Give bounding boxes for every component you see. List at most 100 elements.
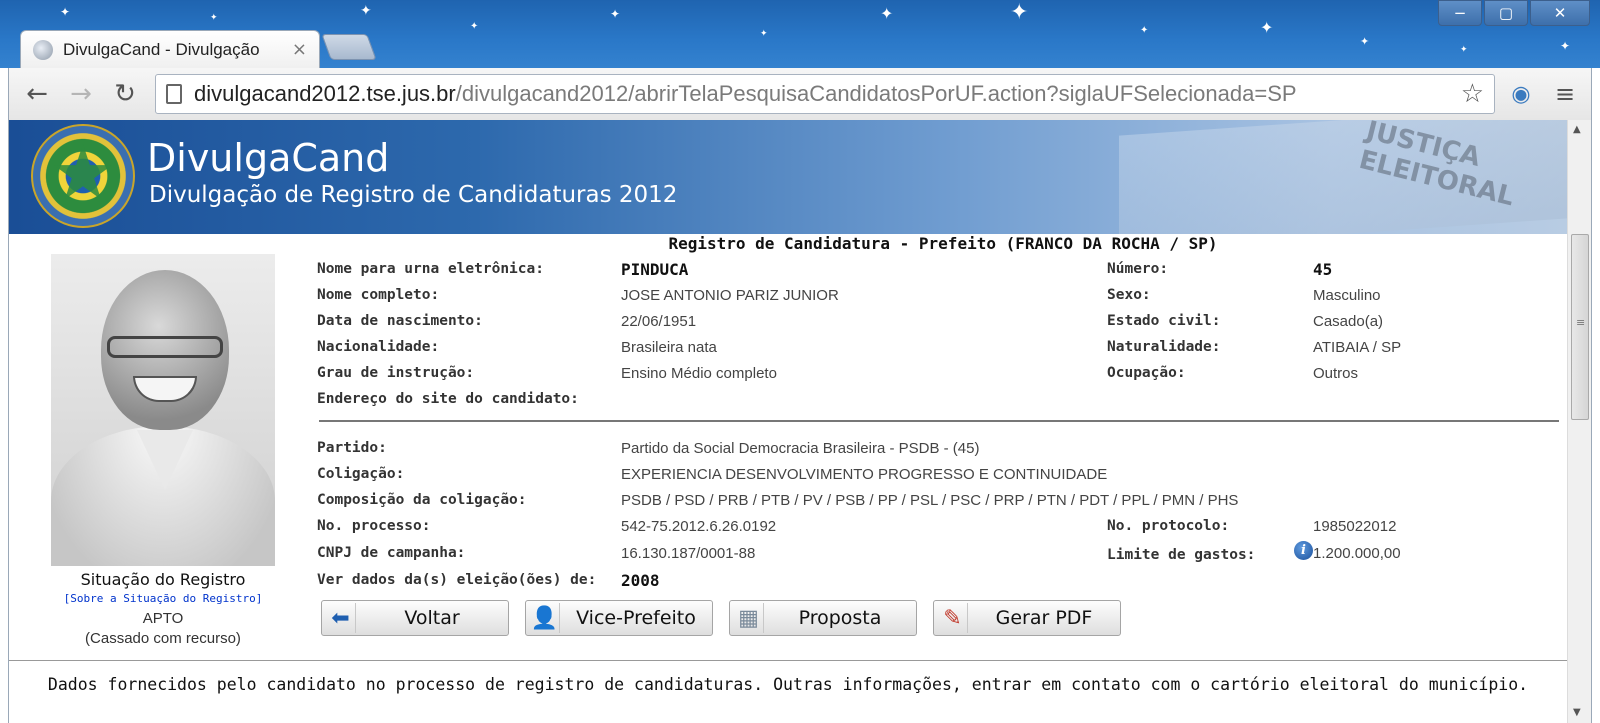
scroll-up-icon[interactable]: ▲ — [1573, 124, 1581, 135]
proposal-button[interactable]: ▦ Proposta — [729, 600, 917, 636]
field-label-coalition: Coligação: — [317, 466, 405, 482]
field-value-number: 45 — [1313, 260, 1333, 279]
candidate-photo — [51, 254, 275, 566]
field-value-process-number: 542-75.2012.6.26.0192 — [621, 518, 777, 535]
menu-icon[interactable]: ≡ — [1547, 76, 1583, 112]
banner-subtitle: Divulgação de Registro de Candidaturas 2… — [149, 182, 678, 208]
field-label-number: Número: — [1107, 261, 1169, 277]
section-divider — [319, 420, 1559, 422]
maximize-button[interactable]: ▢ — [1484, 0, 1528, 26]
star-decoration: ✦ — [610, 7, 621, 21]
star-decoration: ✦ — [1010, 0, 1029, 25]
registration-status-value: APTO — [142, 610, 184, 627]
minimize-button[interactable]: − — [1438, 0, 1482, 26]
field-value-education: Ensino Médio completo — [621, 365, 777, 382]
field-value-protocol-number: 1985022012 — [1313, 518, 1397, 535]
back-page-button[interactable]: ⬅ Voltar — [321, 600, 509, 636]
star-decoration: ✦ — [1560, 39, 1571, 53]
field-label-coalition-composition: Composição da coligação: — [317, 492, 527, 508]
banner-title: DivulgaCand — [147, 136, 390, 180]
field-label-birthplace: Naturalidade: — [1107, 339, 1221, 355]
browser-tab-active[interactable]: DivulgaCand - Divulgação × — [20, 30, 320, 68]
scroll-down-icon[interactable]: ▼ — [1573, 707, 1581, 718]
field-label-occupation: Ocupação: — [1107, 365, 1186, 381]
field-label-nationality: Nacionalidade: — [317, 339, 440, 355]
page-icon — [166, 84, 182, 104]
field-value-nationality: Brasileira nata — [621, 339, 717, 356]
field-label-marital-status: Estado civil: — [1107, 313, 1221, 329]
field-value-party: Partido da Social Democracia Brasileira … — [621, 440, 980, 457]
generate-pdf-button-label: Gerar PDF — [995, 607, 1093, 629]
vice-mayor-button-label: Vice-Prefeito — [576, 607, 696, 629]
favicon-icon — [33, 39, 53, 60]
vertical-scrollbar[interactable]: ▲ ≡ ▼ — [1567, 120, 1591, 723]
field-value-coalition-composition: PSDB / PSD / PRB / PTB / PV / PSB / PP /… — [621, 492, 1239, 509]
generate-pdf-button[interactable]: ✎ Gerar PDF — [933, 600, 1121, 636]
star-decoration: ✦ — [1260, 18, 1274, 37]
field-value-sex: Masculino — [1313, 287, 1381, 304]
field-label-ballot-name: Nome para urna eletrônica: — [317, 261, 544, 277]
back-page-button-label: Voltar — [404, 607, 460, 629]
field-label-party: Partido: — [317, 440, 387, 456]
field-label-election-years: Ver dados da(s) eleição(ões) de: — [317, 572, 597, 588]
url-host: divulgacand2012.tse.jus.br — [194, 81, 456, 106]
vice-mayor-button[interactable]: 👤 Vice-Prefeito — [525, 600, 713, 636]
page-viewport: ★ DivulgaCand Divulgação de Registro de … — [8, 120, 1592, 723]
field-value-marital-status: Casado(a) — [1313, 313, 1384, 330]
proposal-button-label: Proposta — [798, 607, 882, 629]
field-value-coalition: EXPERIENCIA DESENVOLVIMENTO PROGRESSO E … — [621, 466, 1108, 483]
field-value-occupation: Outros — [1313, 365, 1359, 382]
reload-button[interactable]: ↻ — [103, 72, 147, 116]
field-label-website: Endereço do site do candidato: — [317, 391, 579, 407]
field-label-spending-limit: Limite de gastos: — [1107, 547, 1256, 563]
window-controls: − ▢ ✕ — [1436, 0, 1590, 26]
star-decoration: ✦ — [60, 5, 71, 19]
star-decoration: ✦ — [880, 4, 894, 23]
registration-status-note: (Cassado com recurso) — [85, 630, 241, 647]
footer-divider — [9, 660, 1567, 661]
field-value-spending-limit: 1.200.000,00 — [1313, 545, 1401, 562]
scroll-grip-icon: ≡ — [1576, 316, 1586, 329]
field-value-full-name: JOSE ANTONIO PARIZ JUNIOR — [621, 287, 839, 304]
field-value-birth-date: 22/06/1951 — [621, 313, 697, 330]
election-year-link-2008[interactable]: 2008 — [621, 571, 660, 590]
scroll-thumb[interactable]: ≡ — [1571, 234, 1589, 420]
back-button[interactable]: ← — [15, 72, 59, 116]
field-value-birthplace: ATIBAIA / SP — [1313, 339, 1402, 356]
browser-titlebar: ✦ ✦ ✦ ✦ ✦ ✦ ✦ ✦ ✦ ✦ ✦ ✦ ✦ DivulgaCand - … — [0, 0, 1600, 68]
info-icon[interactable]: i — [1294, 541, 1313, 560]
field-value-ballot-name: PINDUCA — [621, 260, 689, 279]
forward-button[interactable]: → — [59, 72, 103, 116]
registration-status-link[interactable]: [Sobre a Situação do Registro] — [51, 592, 275, 605]
url-path: /divulgacand2012/abrirTelaPesquisaCandid… — [455, 81, 1297, 106]
star-decoration: ✦ — [210, 13, 218, 23]
tab-close-icon[interactable]: × — [292, 39, 307, 60]
arrow-left-icon: ⬅ — [326, 603, 356, 633]
close-window-button[interactable]: ✕ — [1530, 0, 1590, 26]
field-label-education: Grau de instrução: — [317, 365, 475, 381]
field-label-protocol-number: No. protocolo: — [1107, 518, 1230, 534]
footer-disclaimer: Dados fornecidos pelo candidato no proce… — [47, 675, 1529, 694]
record-title: Registro de Candidatura - Prefeito (FRAN… — [668, 234, 1218, 253]
star-decoration: ✦ — [1460, 45, 1468, 55]
extension-eye-icon[interactable]: ◉ — [1503, 76, 1539, 112]
bookmark-star-icon[interactable]: ☆ — [1461, 79, 1484, 109]
address-bar[interactable]: divulgacand2012.tse.jus.br/divulgacand20… — [155, 74, 1495, 114]
star-decoration: ✦ — [1140, 25, 1149, 36]
star-decoration: ✦ — [360, 3, 372, 19]
registration-status-title: Situação do Registro — [80, 570, 246, 589]
star-decoration: ✦ — [1360, 35, 1370, 48]
field-label-sex: Sexo: — [1107, 287, 1151, 303]
new-tab-button[interactable] — [321, 34, 377, 60]
tab-title: DivulgaCand - Divulgação — [63, 39, 260, 59]
brazil-coat-of-arms-icon: ★ — [31, 124, 135, 228]
seal-star-icon: ★ — [48, 127, 118, 217]
photo-glasses — [107, 336, 223, 358]
field-label-cnpj: CNPJ de campanha: — [317, 545, 466, 561]
url-text[interactable]: divulgacand2012.tse.jus.br/divulgacand20… — [194, 81, 1453, 107]
document-icon: ▦ — [734, 603, 764, 633]
star-decoration: ✦ — [470, 21, 479, 32]
field-label-process-number: No. processo: — [317, 518, 431, 534]
person-icon: 👤 — [530, 603, 560, 633]
field-value-cnpj: 16.130.187/0001-88 — [621, 545, 756, 562]
